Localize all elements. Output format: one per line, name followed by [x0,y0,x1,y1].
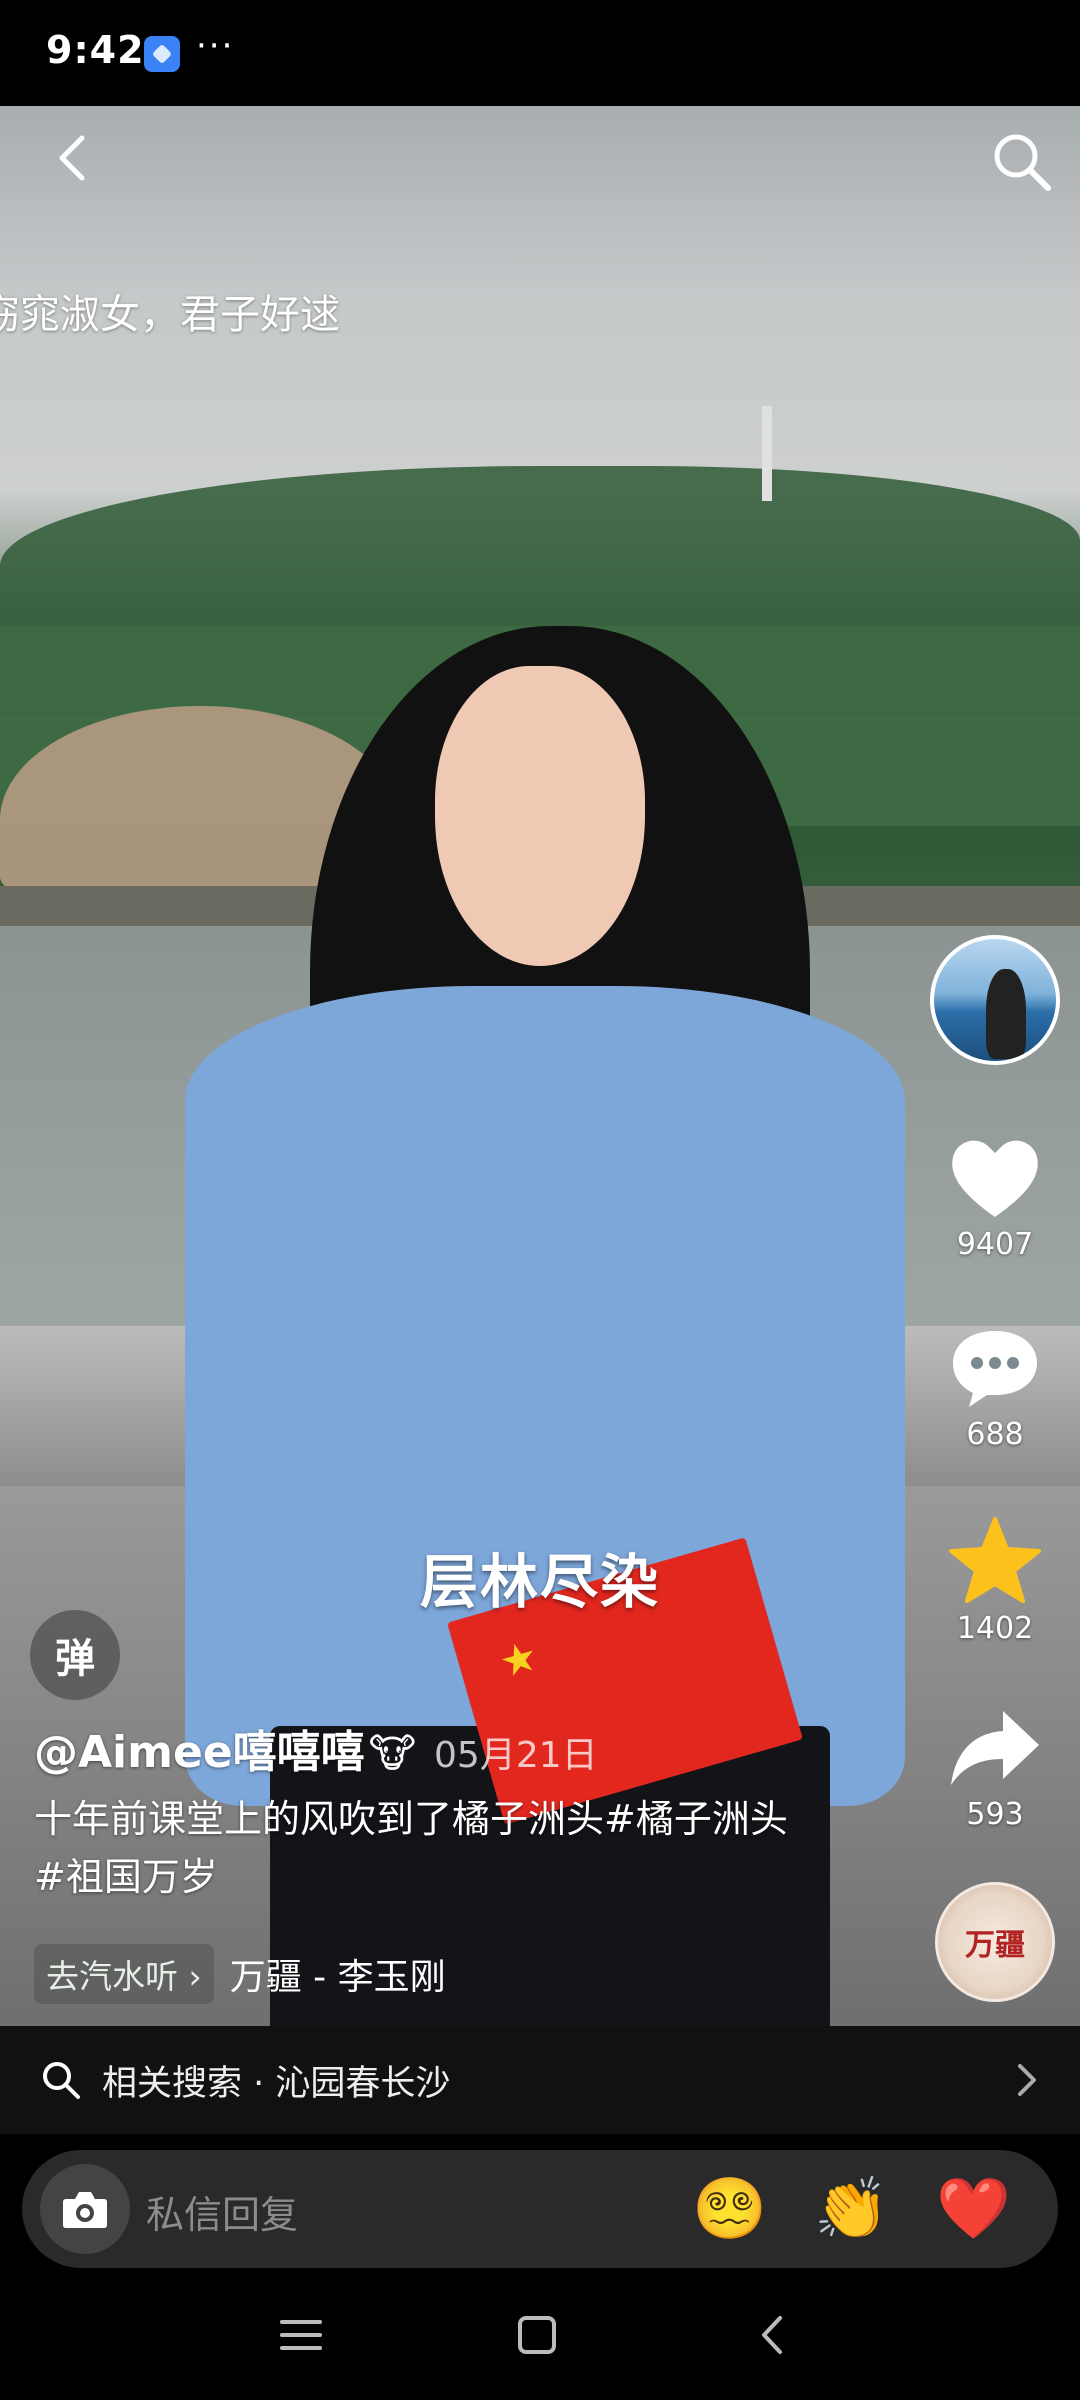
music-title[interactable]: 万疆 - 李玉刚 [230,1948,446,2000]
favorite-button[interactable]: 1402 [930,1515,1060,1646]
comment-icon [930,1325,1060,1411]
comment-button[interactable]: 688 [930,1325,1060,1452]
author-line: @Aimee嘻嘻嘻 🐮 05月21日 [34,1716,598,1780]
music-disc[interactable]: 万疆 [935,1882,1055,2002]
related-search-bar[interactable]: 相关搜索 · 沁园春长沙 [0,2026,1080,2134]
search-icon [43,2062,80,2099]
reply-bar: 私信回复 😵‍💫 👏 ❤️ [22,2150,1058,2268]
author-avatar[interactable] [930,935,1060,1065]
danmu-toggle-button[interactable]: 弹 [30,1610,120,1700]
person-face [435,666,645,966]
back-arrow-icon [59,135,85,181]
flag-star-icon: ★ [493,1630,544,1688]
camera-icon [63,2192,107,2228]
background-tower [762,406,772,501]
share-button[interactable]: 593 [930,1705,1060,1832]
listen-in-qishui-button[interactable]: 去汽水听 › [34,1944,214,2004]
star-icon [930,1515,1060,1605]
share-count: 593 [966,1797,1024,1832]
search-button[interactable] [990,130,1054,194]
video-caption: 层林尽染 [420,1548,661,1616]
like-count: 9407 [956,1227,1034,1262]
back-nav-icon[interactable] [750,2312,796,2358]
system-nav-bar [0,2268,1080,2400]
search-icon [994,134,1051,191]
red-heart-emoji-icon[interactable]: ❤️ [936,2174,1011,2244]
related-search-label: 相关搜索 · 沁园春长沙 [102,2063,451,2104]
status-more-icon: ··· [196,26,235,66]
dizzy-face-emoji-icon[interactable]: 😵‍💫 [692,2174,767,2244]
post-date: 05月21日 [434,1735,598,1776]
author-name[interactable]: @Aimee嘻嘻嘻 [34,1716,365,1780]
danmu-comment: 窈窕淑女，君子好逑 [0,292,340,338]
cow-emoji-icon: 🐮 [368,1731,417,1777]
music-row: 去汽水听 › 万疆 - 李玉刚 [34,1944,446,2004]
menu-icon[interactable] [278,2312,324,2358]
home-icon[interactable] [514,2312,560,2358]
back-button[interactable] [48,130,104,186]
heart-icon [930,1135,1060,1221]
reply-input[interactable]: 私信回复 [146,2184,298,2239]
music-disc-title: 万疆 [965,1928,1025,1963]
clapping-hands-emoji-icon[interactable]: 👏 [814,2174,889,2244]
share-arrow-icon [930,1705,1060,1791]
chevron-right-icon [1018,2064,1036,2096]
like-button[interactable]: 9407 [930,1135,1060,1262]
app-notification-icon [144,36,180,72]
status-bar: 9:42 ··· [0,0,1080,106]
comment-count: 688 [966,1417,1024,1452]
favorite-count: 1402 [956,1611,1034,1646]
camera-button[interactable] [40,2164,130,2254]
status-time: 9:42 [46,28,145,72]
video-description[interactable]: 十年前课堂上的风吹到了橘子洲头#橘子洲头#祖国万岁 [34,1790,814,1906]
